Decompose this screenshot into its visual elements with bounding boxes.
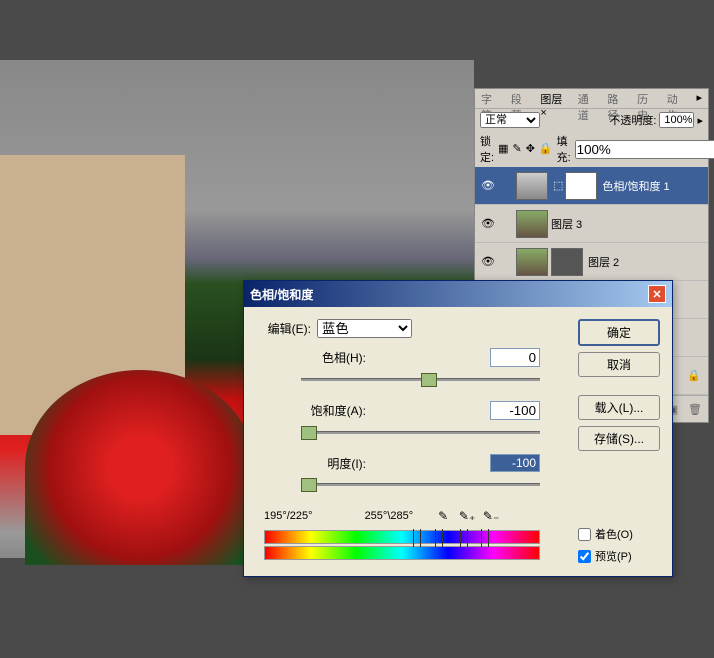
- lock-transparency-icon[interactable]: ▦: [498, 142, 508, 156]
- hue-label: 色相(H):: [301, 349, 366, 366]
- lightness-input[interactable]: -100: [490, 454, 540, 472]
- hue-range-bar[interactable]: [264, 530, 540, 544]
- colorize-checkbox-row[interactable]: 着色(O): [578, 526, 660, 542]
- tab-history[interactable]: 历史: [631, 89, 661, 108]
- opacity-flyout-icon[interactable]: ▸: [697, 114, 703, 127]
- tab-actions[interactable]: 动作: [661, 89, 691, 108]
- lock-move-icon[interactable]: ✥: [526, 142, 535, 156]
- tab-paths[interactable]: 路径: [601, 89, 631, 108]
- layer-row-2[interactable]: 👁 图层 2: [475, 243, 708, 281]
- blend-controls: 正常 不透明度: ▸: [475, 109, 708, 131]
- save-button[interactable]: 存储(S)...: [578, 426, 660, 451]
- layer-thumbnail[interactable]: [516, 248, 548, 276]
- edit-select[interactable]: 蓝色: [317, 319, 412, 338]
- eyedropper-add-icon[interactable]: ✎₊: [457, 506, 477, 526]
- layer-name[interactable]: 图层 2: [588, 254, 705, 270]
- ok-button[interactable]: 确定: [578, 319, 660, 346]
- close-button[interactable]: ✕: [648, 285, 666, 303]
- fill-input[interactable]: [575, 140, 714, 159]
- layer-name[interactable]: 色相/饱和度 1: [602, 178, 705, 194]
- layer-row-3[interactable]: 👁 图层 3: [475, 205, 708, 243]
- visibility-icon[interactable]: 👁: [478, 252, 498, 272]
- edit-label: 编辑(E):: [256, 320, 311, 337]
- dialog-titlebar[interactable]: 色相/饱和度 ✕: [244, 281, 672, 307]
- cancel-button[interactable]: 取消: [578, 352, 660, 377]
- opacity-label: 不透明度:: [609, 112, 656, 128]
- range-right: 255°\285°: [365, 510, 414, 522]
- lightness-slider[interactable]: [301, 476, 540, 492]
- fill-label: 填充:: [557, 133, 571, 165]
- hue-saturation-dialog: 色相/饱和度 ✕ 编辑(E): 蓝色 色相(H): 饱和度(A):: [243, 280, 673, 577]
- lightness-label: 明度(I):: [301, 455, 366, 472]
- trash-icon[interactable]: 🗑: [686, 400, 704, 418]
- saturation-label: 饱和度(A):: [301, 402, 366, 419]
- preview-checkbox-row[interactable]: 预览(P): [578, 548, 660, 564]
- dialog-title: 色相/饱和度: [250, 286, 313, 303]
- layer-name[interactable]: 图层 3: [551, 216, 705, 232]
- tab-para[interactable]: 段落: [505, 89, 535, 108]
- panel-menu-icon[interactable]: ▸: [690, 89, 708, 108]
- visibility-icon[interactable]: 👁: [478, 176, 498, 196]
- blend-mode-select[interactable]: 正常: [480, 112, 540, 128]
- hue-slider[interactable]: [301, 371, 540, 387]
- opacity-input[interactable]: [659, 112, 694, 128]
- eyedropper-icon[interactable]: ✎: [433, 506, 453, 526]
- saturation-input[interactable]: [490, 401, 540, 420]
- hue-result-bar: [264, 546, 540, 560]
- colorize-label: 着色(O): [595, 526, 633, 542]
- panel-tab-bar: 字符 段落 图层 × 通道 路径 历史 动作 ▸: [475, 89, 708, 109]
- mask-link-icon[interactable]: ⬚: [553, 179, 563, 192]
- layer-thumbnail[interactable]: [516, 210, 548, 238]
- eyedropper-subtract-icon[interactable]: ✎₋: [481, 506, 501, 526]
- lock-label: 锁定:: [480, 133, 494, 165]
- tab-char[interactable]: 字符: [475, 89, 505, 108]
- mask-thumbnail[interactable]: [551, 248, 583, 276]
- colorize-checkbox[interactable]: [578, 528, 591, 541]
- visibility-icon[interactable]: 👁: [478, 214, 498, 234]
- layer-row-hue-sat[interactable]: 👁 ⬚ 色相/饱和度 1: [475, 167, 708, 205]
- saturation-slider[interactable]: [301, 424, 540, 440]
- preview-checkbox[interactable]: [578, 550, 591, 563]
- range-left: 195°/225°: [264, 510, 313, 522]
- load-button[interactable]: 载入(L)...: [578, 395, 660, 420]
- lock-icon: 🔒: [687, 369, 701, 382]
- mask-thumbnail[interactable]: [565, 172, 597, 200]
- lock-controls: 锁定: ▦ ✎ ✥ 🔒 填充: ▸: [475, 131, 708, 167]
- preview-label: 预览(P): [595, 548, 632, 564]
- tab-channels[interactable]: 通道: [572, 89, 602, 108]
- tab-layers[interactable]: 图层 ×: [534, 89, 571, 108]
- layer-thumbnail[interactable]: [516, 172, 548, 200]
- hue-input[interactable]: [490, 348, 540, 367]
- lock-brush-icon[interactable]: ✎: [512, 142, 521, 156]
- lock-all-icon[interactable]: 🔒: [539, 142, 553, 156]
